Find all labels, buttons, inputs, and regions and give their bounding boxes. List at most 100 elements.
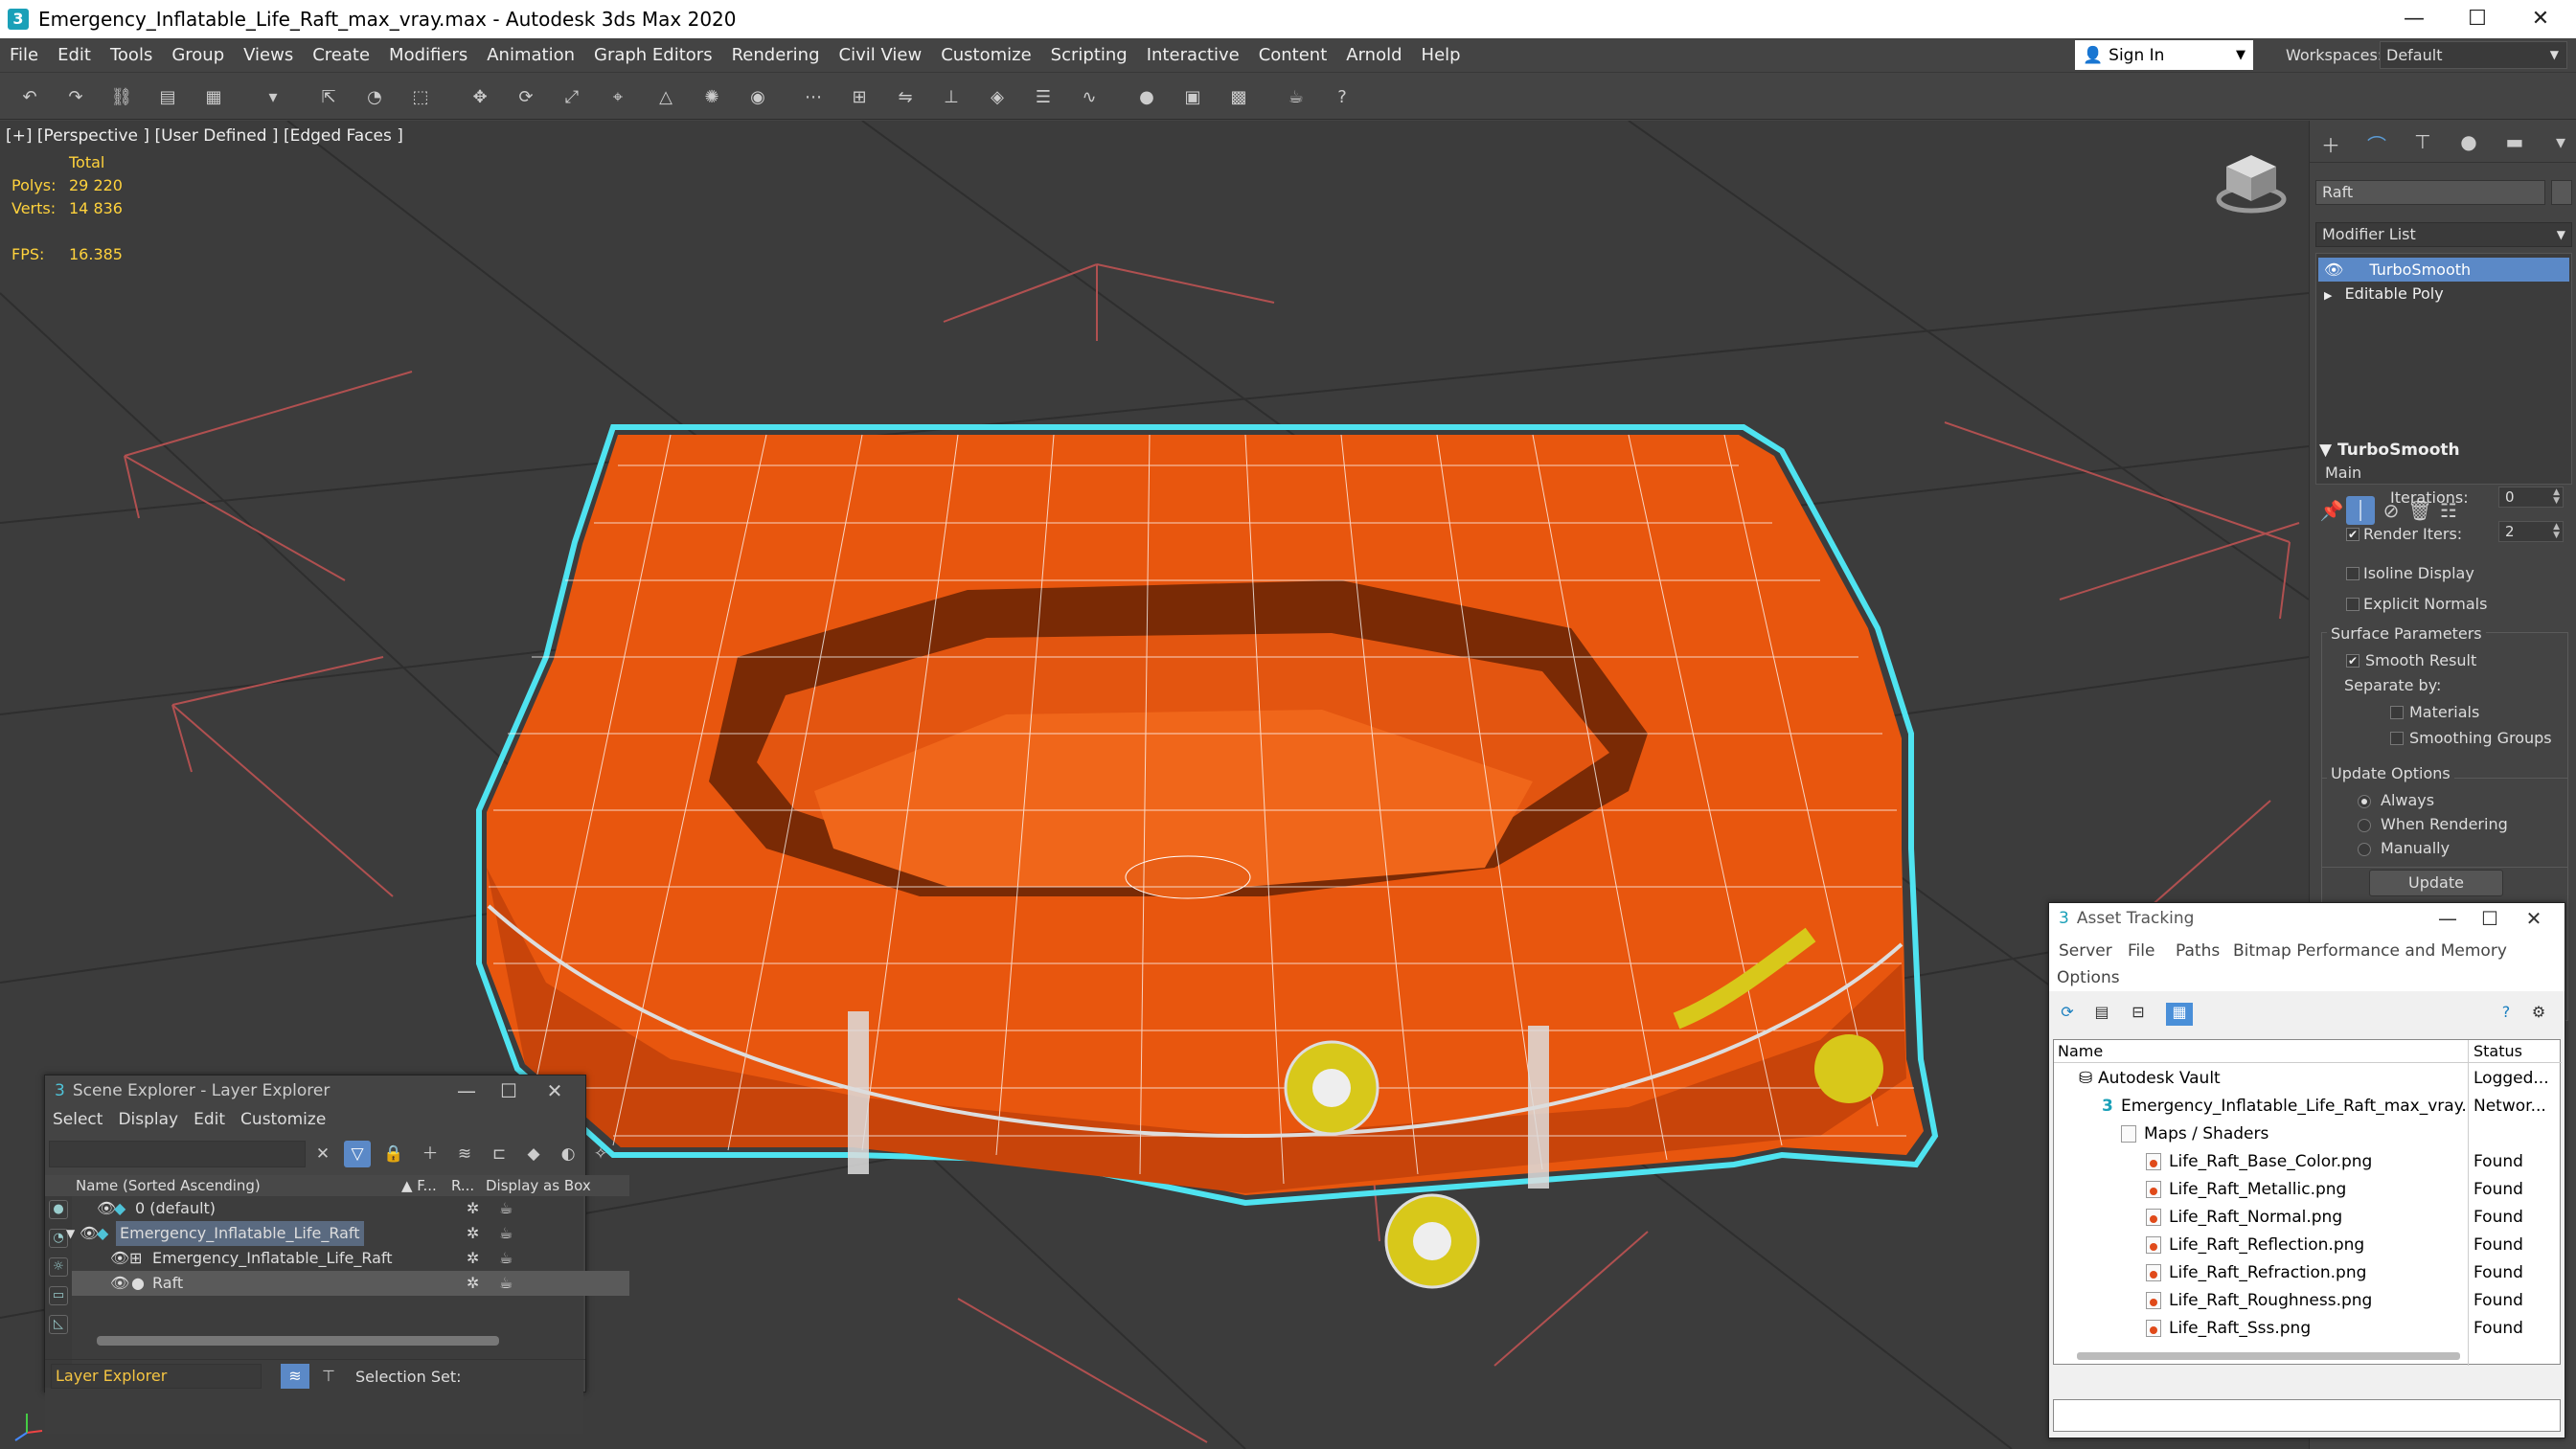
asset-row-normal[interactable]: Life_Raft_Normal.png Found	[2054, 1204, 2562, 1232]
render-teapot-icon[interactable]: ☕	[499, 1246, 513, 1271]
freeze-icon[interactable]: ✲	[467, 1221, 479, 1246]
scene-explorer-search-input[interactable]	[49, 1141, 306, 1167]
menu-interactive[interactable]: Interactive	[1137, 45, 1249, 65]
percent-snap-icon[interactable]: ◉	[745, 84, 770, 109]
col-frozen-header[interactable]: ▲ F...	[401, 1175, 437, 1196]
freeze-icon[interactable]: ✲	[467, 1196, 479, 1221]
at-menu-file[interactable]: File	[2128, 941, 2154, 961]
modify-tab-icon[interactable]: ⌒	[2363, 130, 2390, 157]
freeze-icon[interactable]: ✲	[467, 1271, 479, 1296]
isoline-display-checkbox[interactable]	[2346, 567, 2359, 580]
show-end-result-icon[interactable]: ⏐	[2346, 496, 2375, 525]
explorer-type-select[interactable]: Layer Explorer	[51, 1364, 262, 1389]
layers-icon[interactable]: ◆	[520, 1141, 547, 1167]
menu-help[interactable]: Help	[1412, 45, 1470, 65]
link-icon[interactable]: ⛓	[109, 84, 134, 109]
help-icon[interactable]: ?	[2496, 1003, 2517, 1024]
asset-row-max-file[interactable]: 3 Emergency_Inflatable_Life_Raft_max_vra…	[2054, 1093, 2562, 1121]
modifier-list-dropdown[interactable]: Modifier List ▼	[2315, 222, 2572, 247]
object-color-swatch[interactable]	[2551, 180, 2572, 205]
asset-row-roughness[interactable]: Life_Raft_Roughness.png Found	[2054, 1287, 2562, 1315]
collapse-arrow-icon[interactable]: ▼	[66, 1221, 75, 1246]
when-rendering-radio[interactable]	[2358, 819, 2371, 832]
new-layer-icon[interactable]: ✧	[587, 1141, 614, 1167]
asset-tracking-titlebar[interactable]: 3 Asset Tracking — ☐ ✕	[2049, 903, 2565, 934]
tree-row-raft-group[interactable]: 👁 ⊞ Emergency_Inflatable_Life_Raft ✲ ☕	[72, 1246, 629, 1271]
utilities-tab-icon[interactable]: ▾	[2547, 130, 2574, 155]
curve-editor-icon[interactable]: ∿	[1077, 84, 1102, 109]
freeze-icon[interactable]: ✲	[467, 1246, 479, 1271]
asset-row-sss[interactable]: Life_Raft_Sss.png Found	[2054, 1315, 2562, 1343]
select-filter-icon[interactable]: ▾	[261, 84, 285, 109]
render-iters-spinner[interactable]: 2 ▲ ▼	[2498, 521, 2564, 542]
render-frame-icon[interactable]: ▩	[1226, 84, 1251, 109]
rectangle-selection-icon[interactable]: ⬚	[408, 84, 433, 109]
tree-row-default-layer[interactable]: 👁 ◆ 0 (default) ✲ ☕	[72, 1196, 629, 1221]
menu-views[interactable]: Views	[234, 45, 303, 65]
help-icon[interactable]: ?	[1330, 84, 1355, 109]
asset-path-field[interactable]	[2053, 1399, 2561, 1432]
expand-arrow-icon[interactable]: ▶	[2324, 289, 2332, 302]
render-teapot-icon[interactable]: ☕	[499, 1271, 513, 1296]
horizontal-scrollbar[interactable]	[97, 1336, 499, 1346]
display-tab-icon[interactable]: ▬	[2501, 130, 2528, 155]
se-menu-select[interactable]: Select	[45, 1110, 110, 1135]
add-to-layer-icon[interactable]: ⊏	[486, 1141, 513, 1167]
named-selection-icon[interactable]: ⊞	[847, 84, 872, 109]
menu-file[interactable]: File	[0, 45, 48, 65]
settings-icon[interactable]: ⚙	[2528, 1003, 2549, 1024]
iterations-spinner[interactable]: 0 ▲ ▼	[2498, 487, 2564, 508]
clear-search-icon[interactable]: ✕	[309, 1141, 336, 1167]
render-iters-checkbox[interactable]: ✔	[2346, 528, 2359, 541]
manually-radio[interactable]	[2358, 843, 2371, 856]
tree-view-icon[interactable]: ⊟	[2128, 1003, 2149, 1024]
col-status-header[interactable]: Status	[2473, 1040, 2522, 1063]
viewcube-icon[interactable]	[2213, 149, 2290, 216]
close-icon[interactable]: ✕	[536, 1075, 574, 1106]
menu-customize[interactable]: Customize	[931, 45, 1040, 65]
menu-rendering[interactable]: Rendering	[722, 45, 830, 65]
maximize-icon[interactable]: ☐	[490, 1075, 528, 1106]
at-menu-paths[interactable]: Paths	[2176, 941, 2220, 961]
at-menu-options[interactable]: Options	[2057, 968, 2120, 987]
layer-manager-icon[interactable]: ◈	[985, 84, 1010, 109]
maximize-icon[interactable]: ☐	[2471, 903, 2509, 934]
smoothing-groups-checkbox[interactable]	[2390, 732, 2404, 745]
display-geometry-icon[interactable]: ◔	[49, 1229, 68, 1248]
render-setup-icon[interactable]: ▣	[1180, 84, 1205, 109]
layers-toggle-icon[interactable]: ≋	[281, 1364, 309, 1389]
tree-row-raft-object[interactable]: 👁 ● Raft ✲ ☕	[72, 1271, 629, 1296]
render-icon[interactable]: ☕	[1284, 84, 1309, 109]
asset-row-reflection[interactable]: Life_Raft_Reflection.png Found	[2054, 1232, 2562, 1259]
menu-arnold[interactable]: Arnold	[1336, 45, 1411, 65]
spinner-arrows-icon[interactable]: ▲ ▼	[2553, 523, 2560, 540]
se-menu-edit[interactable]: Edit	[186, 1110, 233, 1135]
display-lights-icon[interactable]: ☼	[49, 1257, 68, 1277]
stack-item-editable-poly[interactable]: ▶ Editable Poly	[2318, 282, 2569, 306]
rotate-icon[interactable]: ⟳	[513, 84, 538, 109]
pin-stack-icon[interactable]: 📌	[2317, 496, 2346, 525]
select-object-icon[interactable]: ⇱	[316, 84, 341, 109]
asset-row-vault[interactable]: ⛁ Autodesk Vault Logged...	[2054, 1065, 2562, 1093]
render-teapot-icon[interactable]: ☕	[499, 1196, 513, 1221]
list-view-icon[interactable]: ▤	[2091, 1003, 2112, 1024]
render-teapot-icon[interactable]: ☕	[499, 1221, 513, 1246]
close-button[interactable]: ✕	[2509, 0, 2572, 38]
layers-stack-icon[interactable]: ≋	[451, 1141, 478, 1167]
sign-in-dropdown[interactable]: 👤 Sign In ▼	[2075, 40, 2253, 70]
create-tab-icon[interactable]: ＋	[2317, 130, 2344, 157]
menu-animation[interactable]: Animation	[477, 45, 584, 65]
hierarchy-toggle-icon[interactable]: ⊤	[315, 1364, 342, 1389]
eye-icon[interactable]: 👁	[110, 1246, 129, 1271]
materials-checkbox[interactable]	[2390, 706, 2404, 719]
menu-group[interactable]: Group	[162, 45, 234, 65]
create-layer-icon[interactable]: ＋	[417, 1141, 444, 1167]
menu-tools[interactable]: Tools	[101, 45, 162, 65]
eye-icon[interactable]: 👁	[2324, 260, 2343, 279]
smooth-result-checkbox[interactable]: ✔	[2346, 654, 2359, 668]
at-menu-server[interactable]: Server	[2059, 941, 2112, 961]
eye-icon[interactable]: 👁	[110, 1271, 129, 1296]
material-editor-icon[interactable]: ●	[1134, 84, 1159, 109]
se-menu-customize[interactable]: Customize	[233, 1110, 333, 1135]
at-menu-bitmap-performance[interactable]: Bitmap Performance and Memory	[2233, 941, 2507, 961]
